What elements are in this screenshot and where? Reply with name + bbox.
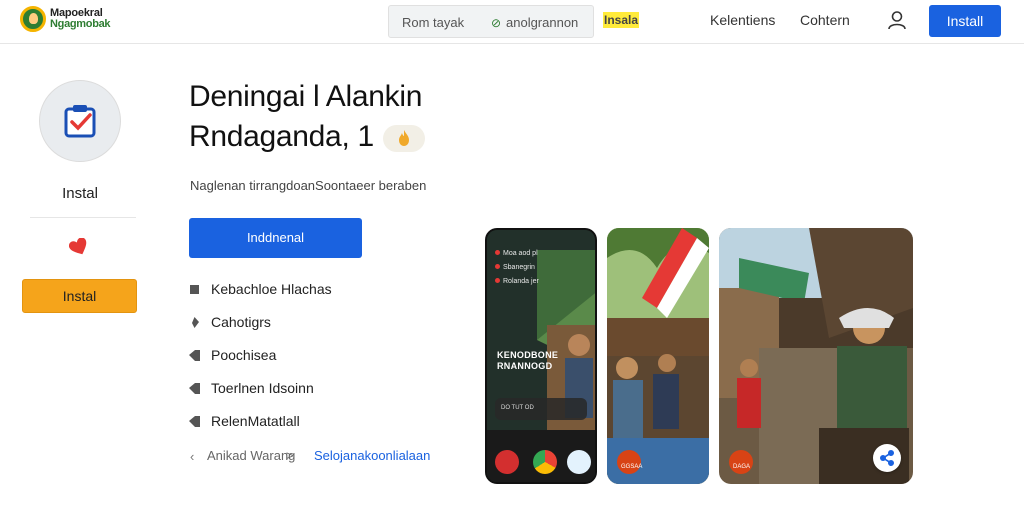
heart-icon[interactable] <box>69 238 89 256</box>
breadcrumb-current[interactable]: Selojanakoonlialaan <box>314 448 430 463</box>
subtitle: Naglenan tirrangdoanSoontaeer beraben <box>190 178 427 193</box>
app-icon-blue <box>567 450 591 474</box>
sidebar: Instal Instal <box>0 45 160 512</box>
title-badge <box>383 125 425 152</box>
tag-icon <box>189 383 200 394</box>
page-title-line-1: Deningai l Alankin <box>189 80 423 113</box>
sidebar-divider <box>30 217 136 218</box>
feature-label: Kebachloe Hlachas <box>211 281 332 297</box>
brand-name[interactable]: Mapoekral Ngagmobak <box>50 8 111 30</box>
install-button-main[interactable]: Inddnenal <box>189 218 362 258</box>
back-arrow-icon[interactable]: ‹ <box>190 449 194 464</box>
breadcrumb-back[interactable]: Anikad Warang <box>207 448 295 463</box>
checklist-icon <box>64 105 96 138</box>
screenshot-label: GGSAA <box>621 464 643 470</box>
tag-icon <box>189 416 200 427</box>
notification-item: Sbanegrin <box>495 264 535 271</box>
share-button[interactable] <box>873 444 901 472</box>
app-icon <box>39 80 121 162</box>
logo-icon[interactable] <box>20 6 46 32</box>
feature-label: RelenMatatlall <box>211 413 300 429</box>
market-scene-image <box>607 228 709 484</box>
feature-label: Toerlnen Idsoinn <box>211 380 314 396</box>
page-title-line-2: Rndaganda, 1 <box>189 120 374 153</box>
nav-link-1[interactable]: Kelentiens <box>710 12 775 28</box>
search-category: anolgrannon <box>506 15 579 30</box>
app-icon-red <box>495 450 519 474</box>
badge-icon <box>729 450 753 474</box>
square-icon <box>190 285 199 294</box>
phone-media-bar: DO TUT OD <box>495 398 587 420</box>
pin-icon <box>192 317 199 328</box>
notification-item: Moa aod pl <box>495 250 538 257</box>
breadcrumb-separator: > <box>286 448 294 463</box>
search-text: Rom tayak <box>402 15 465 30</box>
flame-icon <box>399 130 409 146</box>
notification-item: Rolanda jer <box>495 278 539 285</box>
phone-overlay-text: KENODBONE RNANNOGD <box>497 350 559 371</box>
share-icon <box>880 450 894 466</box>
chrome-icon <box>533 450 557 474</box>
nav-link-2[interactable]: Cohtern <box>800 12 850 28</box>
search-input[interactable]: Rom tayak ⊘ anolgrannon <box>388 5 594 38</box>
screenshot-phone[interactable]: Moa aod pl Sbanegrin Rolanda jer KENODBO… <box>485 228 597 484</box>
sidebar-label: Instal <box>62 185 98 202</box>
screenshot-market-street[interactable]: DAGA <box>719 228 913 484</box>
screenshot-label: DAGA <box>733 464 751 470</box>
screenshot-market-flag[interactable]: GGSAA <box>607 228 709 484</box>
install-button-header[interactable]: Install <box>929 5 1001 37</box>
brand-line-2: Ngagmobak <box>50 18 111 30</box>
highlight-badge[interactable]: Insala <box>603 12 640 28</box>
top-bar: Mapoekral Ngagmobak Rom tayak ⊘ anolgran… <box>0 0 1024 44</box>
badge-icon <box>617 450 641 474</box>
user-icon[interactable] <box>887 10 907 30</box>
feature-label: Poochisea <box>211 347 277 363</box>
feature-label: Cahotigrs <box>211 314 271 330</box>
tag-icon <box>189 350 200 361</box>
leaf-icon: ⊘ <box>491 16 502 30</box>
install-button-sidebar[interactable]: Instal <box>22 279 137 313</box>
